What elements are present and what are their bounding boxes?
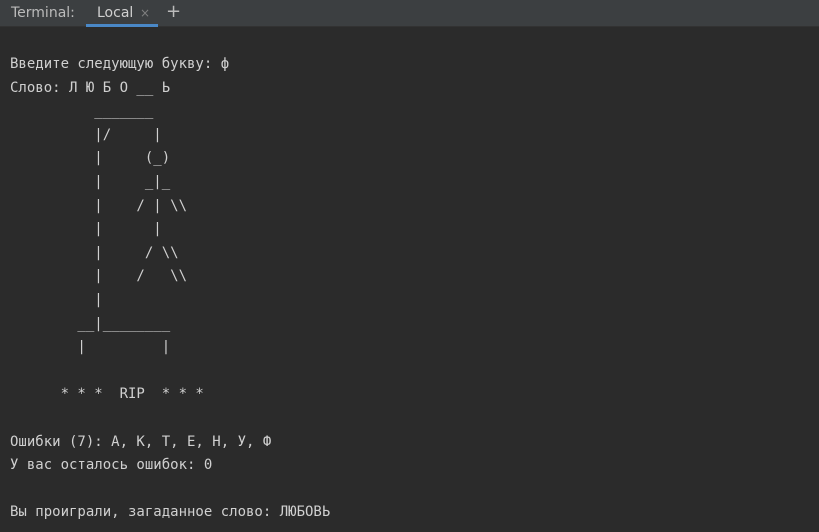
terminal-line: __|________ — [10, 315, 171, 332]
new-tab-plus-icon[interactable]: + — [166, 2, 181, 22]
terminal-line: Вы проиграли, загаданное слово: ЛЮБОВЬ — [10, 504, 331, 521]
terminal-line: _______ — [10, 103, 154, 120]
terminal-line: | / | \\ — [10, 197, 188, 214]
terminal-line: * * * RIP * * * — [10, 386, 204, 403]
terminal-line: Слово: Л Ю Б О __ Ь — [10, 79, 171, 96]
active-tab-indicator — [86, 24, 158, 27]
terminal-line: | | — [10, 339, 171, 356]
terminal-line: Ошибки (7): А, К, Т, Е, Н, У, Ф — [10, 433, 272, 450]
terminal-line: | — [10, 291, 103, 308]
close-icon[interactable]: × — [140, 5, 150, 21]
tool-window-title: Terminal: — [11, 5, 75, 21]
terminal-line: |/ | — [10, 126, 162, 143]
terminal-line: Введите следующую букву: ф — [10, 56, 230, 72]
terminal-line: У вас осталось ошибок: 0 — [10, 457, 213, 474]
tab-local[interactable]: Local × — [86, 0, 158, 27]
terminal-tab-bar: Terminal: Local × + — [0, 0, 819, 27]
terminal-window: Terminal: Local × + Введите следующую бу… — [0, 0, 819, 532]
terminal-line: | | — [10, 221, 162, 238]
terminal-line: | _|_ — [10, 173, 171, 190]
terminal-line: | / \\ — [10, 244, 179, 261]
terminal-output[interactable]: Введите следующую букву: ф Слово: Л Ю Б О… — [10, 53, 330, 525]
terminal-line: | / \\ — [10, 268, 188, 285]
tab-label: Local — [97, 5, 134, 21]
terminal-line: | (_) — [10, 150, 171, 167]
